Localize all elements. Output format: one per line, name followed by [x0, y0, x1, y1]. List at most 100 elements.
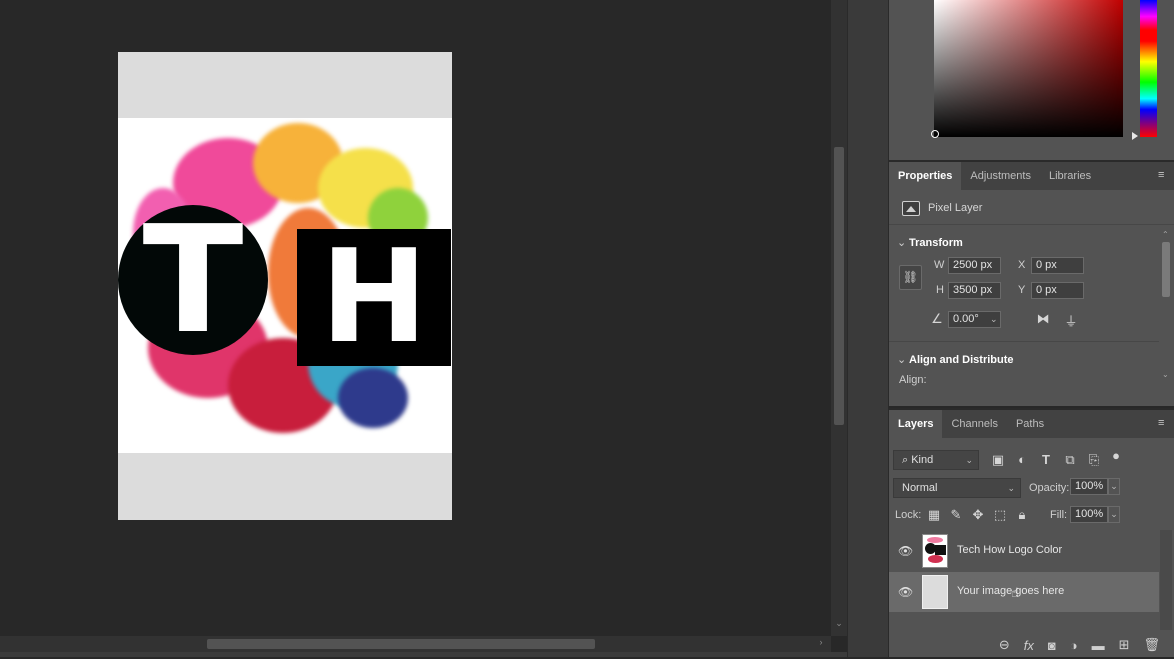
chevron-down-icon: ⌄ — [897, 237, 907, 249]
height-label: H — [936, 284, 944, 296]
adjustment-filter-icon[interactable]: ◐ — [1015, 452, 1029, 467]
logo-square: H — [297, 229, 451, 366]
new-layer-icon[interactable]: ⊞ — [1119, 637, 1130, 653]
lock-artboard-icon[interactable]: ⬚ — [993, 507, 1007, 523]
scroll-up-icon[interactable]: ⌃ — [1162, 230, 1169, 239]
tab-channels[interactable]: Channels — [942, 410, 1006, 438]
layers-panel: Layers Channels Paths ≡ ⌕ Kind ⌄ ▣ ◐ T ⧉… — [889, 408, 1174, 657]
chevron-down-icon[interactable]: ⌄ — [1108, 506, 1120, 523]
chevron-down-icon[interactable]: ⌄ — [990, 312, 998, 327]
vertical-scrollbar[interactable]: ⌄ — [831, 0, 847, 636]
y-label: Y — [1018, 284, 1026, 296]
chevron-down-icon: ⌄ — [897, 354, 907, 366]
type-filter-icon[interactable]: T — [1039, 452, 1053, 467]
layer-thumbnail — [922, 575, 948, 609]
document-canvas[interactable]: T H — [118, 52, 452, 520]
height-field[interactable]: 3500 px — [948, 282, 1001, 299]
layer-row[interactable]: 👁︎ Tech How Logo Color — [889, 531, 1159, 571]
shape-filter-icon[interactable]: ⧉ — [1063, 452, 1077, 468]
horizontal-scroll-thumb[interactable] — [207, 639, 595, 649]
properties-scroll-thumb[interactable] — [1162, 242, 1170, 297]
blend-mode-value: Normal — [902, 482, 938, 494]
align-section-header[interactable]: ⌄ Align and Distribute — [897, 353, 1014, 366]
layers-footer-toolbar: ⊖ fx ◙ ◑ ▬ ⊞ 🗑︎ — [889, 631, 1174, 659]
tab-paths[interactable]: Paths — [1007, 410, 1053, 438]
width-label: W — [934, 259, 945, 271]
layer-thumbnail — [922, 534, 948, 568]
lock-position-icon[interactable]: ✥ — [971, 507, 985, 523]
image-filter-icon[interactable]: ▣ — [991, 452, 1005, 468]
filter-kind-value: Kind — [911, 454, 934, 466]
link-layers-icon[interactable]: ⊖ — [999, 637, 1010, 653]
search-icon: ⌕ — [902, 454, 912, 466]
visibility-eye-icon[interactable]: 👁︎ — [898, 585, 913, 599]
layer-filter-kind[interactable]: ⌕ Kind ⌄ — [893, 450, 979, 470]
angle-icon: ∠ — [931, 311, 943, 326]
chevron-down-icon: ⌄ — [965, 455, 973, 465]
layer-name: Tech How Logo Color — [957, 544, 1063, 556]
x-label: X — [1018, 259, 1026, 271]
y-field[interactable]: 0 px — [1031, 282, 1084, 299]
add-mask-icon[interactable]: ◙ — [1048, 638, 1056, 653]
lock-all-icon[interactable]: 🔒︎ — [1015, 507, 1029, 523]
width-field[interactable]: 2500 px — [948, 257, 1001, 274]
filter-toggle-icon[interactable]: ● — [1110, 448, 1122, 463]
hue-marker-icon[interactable] — [1132, 132, 1138, 140]
layer-row[interactable]: 👁︎ Your image goes here — [889, 572, 1159, 612]
properties-panel: Properties Adjustments Libraries ≡ Pixel… — [889, 160, 1174, 406]
link-dimensions-icon[interactable]: ⛓ — [899, 265, 922, 290]
layer-type-label: Pixel Layer — [928, 202, 983, 214]
transform-title: Transform — [909, 237, 963, 249]
transform-section-header[interactable]: ⌄ Transform — [897, 236, 963, 249]
panel-menu-icon[interactable]: ≡ — [1158, 170, 1168, 181]
align-label: Align: — [899, 374, 927, 386]
new-group-icon[interactable]: ▬ — [1092, 638, 1105, 653]
lock-image-icon[interactable]: ✎ — [949, 507, 963, 523]
chevron-down-icon[interactable]: ⌄ — [1108, 478, 1120, 495]
delete-layer-icon[interactable]: 🗑︎ — [1143, 637, 1160, 653]
panel-menu-icon[interactable]: ≡ — [1158, 418, 1168, 429]
section-divider — [889, 341, 1159, 342]
new-adjustment-icon[interactable]: ◑ — [1070, 638, 1078, 653]
tab-layers[interactable]: Layers — [889, 410, 943, 438]
angle-field[interactable]: 0.00° ⌄ — [948, 311, 1001, 328]
canvas-area[interactable]: T H — [0, 0, 831, 636]
fx-icon[interactable]: fx — [1024, 638, 1034, 653]
visibility-eye-icon[interactable]: 👁︎ — [898, 544, 913, 558]
lock-transparent-icon[interactable]: ▦ — [927, 507, 941, 523]
properties-tab-bar: Properties Adjustments Libraries — [889, 162, 1174, 190]
angle-value: 0.00° — [953, 313, 979, 325]
color-picker-ring-icon[interactable] — [931, 130, 939, 138]
fill-field[interactable]: 100% — [1070, 506, 1108, 523]
lock-label: Lock: — [895, 509, 922, 521]
hue-slider[interactable] — [1140, 0, 1157, 137]
align-title: Align and Distribute — [909, 354, 1014, 366]
x-field[interactable]: 0 px — [1031, 257, 1084, 274]
hand-cursor-icon: ☝ — [1011, 585, 1019, 600]
flip-horizontal-icon[interactable]: ⧓ — [1034, 311, 1052, 327]
tab-libraries[interactable]: Libraries — [1040, 162, 1100, 190]
properties-scrollbar[interactable]: ⌃ ⌄ — [1160, 230, 1172, 382]
scroll-down-icon[interactable]: ⌄ — [834, 618, 844, 632]
panel-dock-gutter — [847, 0, 889, 657]
tab-adjustments[interactable]: Adjustments — [961, 162, 1040, 190]
layers-scrollbar[interactable] — [1160, 530, 1172, 630]
flip-vertical-icon[interactable]: ⏚ — [1062, 311, 1080, 330]
opacity-label: Opacity: — [1029, 482, 1070, 494]
fill-label: Fill: — [1050, 509, 1068, 521]
vertical-scroll-thumb[interactable] — [834, 147, 844, 425]
blend-mode-select[interactable]: Normal ⌄ — [893, 478, 1021, 498]
layer-type-row: Pixel Layer — [889, 193, 1174, 225]
color-picker-panel — [889, 0, 1174, 160]
chevron-down-icon: ⌄ — [1007, 483, 1015, 493]
tab-properties[interactable]: Properties — [889, 162, 962, 190]
opacity-field[interactable]: 100% — [1070, 478, 1108, 495]
pixel-layer-icon — [902, 201, 920, 216]
scroll-down-icon[interactable]: ⌄ — [1162, 370, 1169, 379]
color-field[interactable] — [934, 0, 1123, 137]
horizontal-scrollbar[interactable]: › — [0, 636, 831, 652]
logo-letter-t: T — [142, 194, 244, 366]
smart-object-filter-icon[interactable]: ⎘ — [1087, 452, 1101, 468]
scroll-right-icon[interactable]: › — [814, 637, 828, 651]
layers-tab-bar: Layers Channels Paths — [889, 410, 1174, 438]
